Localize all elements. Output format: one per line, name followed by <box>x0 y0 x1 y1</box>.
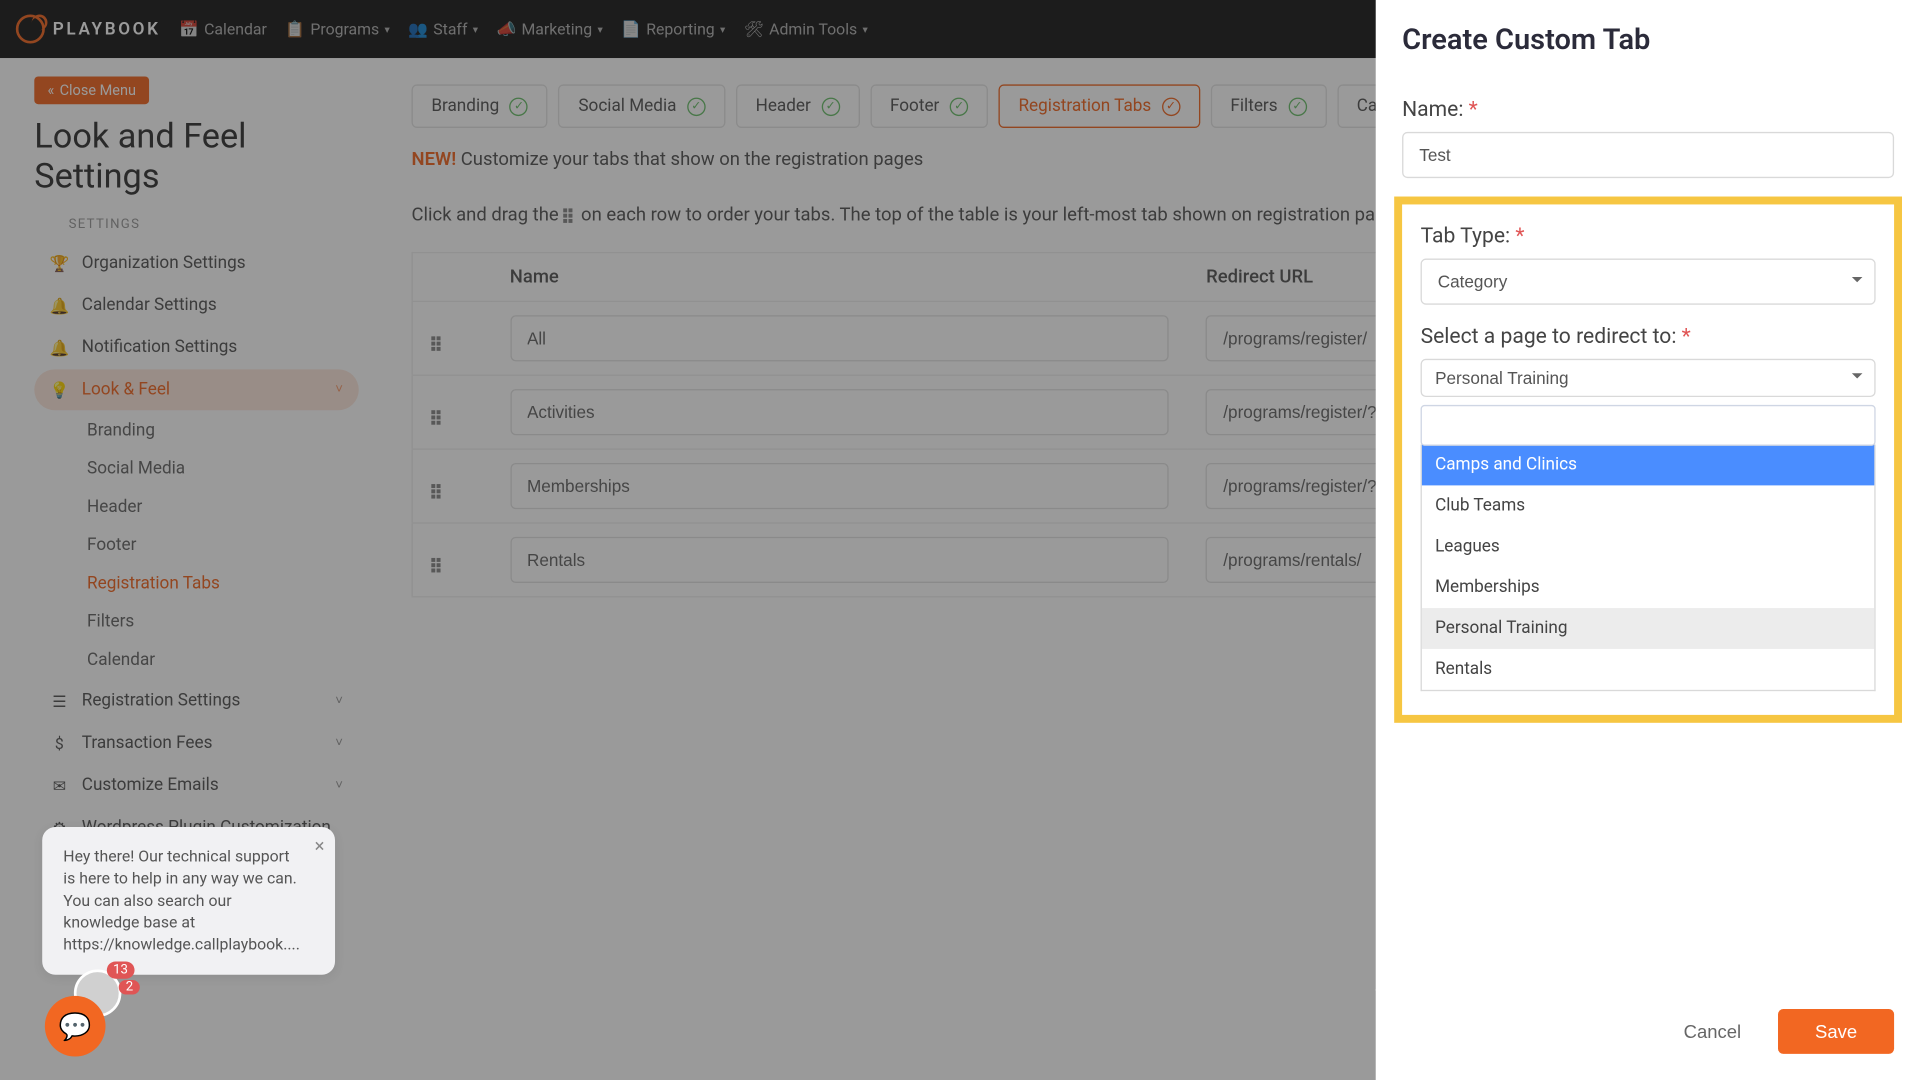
dropdown-option[interactable]: Club Teams <box>1422 485 1874 526</box>
highlighted-section: Tab Type: * Select a page to redirect to… <box>1394 197 1902 723</box>
support-popup: × Hey there! Our technical support is he… <box>42 827 335 975</box>
dropdown-option[interactable]: Leagues <box>1422 526 1874 567</box>
notification-badge: 13 <box>107 962 135 979</box>
dropdown-option[interactable]: Rentals <box>1422 649 1874 690</box>
cancel-button[interactable]: Cancel <box>1665 1010 1759 1052</box>
close-icon[interactable]: × <box>315 835 325 861</box>
select-page-select[interactable] <box>1421 359 1876 397</box>
dropdown-list: Camps and ClinicsClub TeamsLeaguesMember… <box>1421 445 1876 692</box>
create-tab-panel: Create Custom Tab Name: * Tab Type: * Se… <box>1376 0 1920 1080</box>
dropdown-search-input[interactable] <box>1421 405 1876 446</box>
dropdown-option[interactable]: Camps and Clinics <box>1422 445 1874 486</box>
select-page-label: Select a page to redirect to: * <box>1421 323 1876 348</box>
save-button[interactable]: Save <box>1778 1009 1894 1054</box>
chat-icon: 💬 <box>59 1010 92 1042</box>
chat-fab[interactable]: 💬 <box>45 996 106 1057</box>
name-input[interactable] <box>1402 132 1894 178</box>
dropdown-option[interactable]: Personal Training <box>1422 608 1874 649</box>
support-text: Hey there! Our technical support is here… <box>63 847 300 954</box>
tab-type-select[interactable] <box>1421 259 1876 305</box>
name-label: Name: * <box>1402 96 1894 121</box>
panel-title: Create Custom Tab <box>1402 24 1894 57</box>
tab-type-label: Tab Type: * <box>1421 223 1876 248</box>
notification-badge-2: 2 <box>119 980 140 995</box>
dropdown-option[interactable]: Memberships <box>1422 567 1874 608</box>
